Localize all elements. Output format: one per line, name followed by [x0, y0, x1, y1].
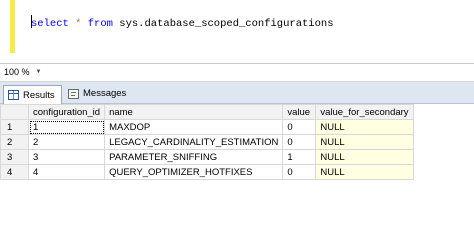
cell-value-for-secondary[interactable]: NULL — [315, 164, 414, 180]
zoom-level: 100 % — [4, 67, 30, 77]
cell-value[interactable]: 1 — [282, 149, 317, 165]
sql-statement[interactable]: select * from sys.database_scoped_config… — [31, 15, 334, 30]
results-tab-strip: Results Messages — [0, 82, 474, 104]
cell-name[interactable]: QUERY_OPTIMIZER_HOTFIXES — [104, 164, 284, 180]
cell-name[interactable]: LEGACY_CARDINALITY_ESTIMATION — [104, 134, 284, 150]
results-grid: configuration_id name value value_for_se… — [0, 104, 414, 180]
column-header-configuration-id[interactable]: configuration_id — [27, 104, 106, 120]
cell-value-for-secondary[interactable]: NULL — [315, 134, 414, 150]
column-header-value[interactable]: value — [282, 104, 317, 120]
table-row: 4 4 QUERY_OPTIMIZER_HOTFIXES 0 NULL — [0, 164, 414, 180]
zoom-dropdown[interactable]: 100 % ▼ — [4, 67, 41, 77]
sql-star: * — [75, 18, 82, 30]
cell-name[interactable]: PARAMETER_SNIFFING — [104, 149, 284, 165]
column-header-name[interactable]: name — [104, 104, 284, 120]
tab-messages-label: Messages — [83, 88, 127, 99]
cell-value[interactable]: 0 — [282, 119, 317, 135]
message-icon — [68, 88, 79, 99]
cell-value[interactable]: 0 — [282, 164, 317, 180]
tab-messages[interactable]: Messages — [64, 85, 132, 102]
row-number[interactable]: 4 — [0, 164, 29, 180]
grid-icon — [8, 90, 19, 100]
row-number[interactable]: 1 — [0, 119, 29, 135]
sql-keyword-from: from — [87, 18, 113, 30]
cell-configuration-id[interactable]: 1 — [27, 119, 106, 135]
sql-keyword-select: select — [31, 18, 69, 30]
chevron-down-icon: ▼ — [35, 69, 42, 75]
table-row: 1 1 MAXDOP 0 NULL — [0, 119, 414, 135]
table-row: 3 3 PARAMETER_SNIFFING 1 NULL — [0, 149, 414, 165]
sql-object-name: sys.database_scoped_configurations — [119, 18, 334, 30]
cell-configuration-id[interactable]: 3 — [27, 149, 106, 165]
cell-configuration-id[interactable]: 2 — [27, 134, 106, 150]
cell-name[interactable]: MAXDOP — [104, 119, 284, 135]
cell-configuration-id[interactable]: 4 — [27, 164, 106, 180]
table-row: 2 2 LEGACY_CARDINALITY_ESTIMATION 0 NULL — [0, 134, 414, 150]
cell-value-for-secondary[interactable]: NULL — [315, 119, 414, 135]
query-editor[interactable]: select * from sys.database_scoped_config… — [0, 0, 474, 63]
row-number[interactable]: 3 — [0, 149, 29, 165]
column-header-value-for-secondary[interactable]: value_for_secondary — [315, 104, 414, 120]
cell-value[interactable]: 0 — [282, 134, 317, 150]
row-number-header[interactable] — [0, 104, 29, 120]
tab-results[interactable]: Results — [3, 85, 62, 104]
changed-line-marker — [10, 0, 15, 53]
row-number[interactable]: 2 — [0, 134, 29, 150]
cell-value-for-secondary[interactable]: NULL — [315, 149, 414, 165]
header-row: configuration_id name value value_for_se… — [0, 104, 414, 120]
tab-results-label: Results — [23, 89, 55, 101]
zoom-bar: 100 % ▼ — [0, 64, 474, 82]
results-grid-area: configuration_id name value value_for_se… — [0, 104, 474, 213]
